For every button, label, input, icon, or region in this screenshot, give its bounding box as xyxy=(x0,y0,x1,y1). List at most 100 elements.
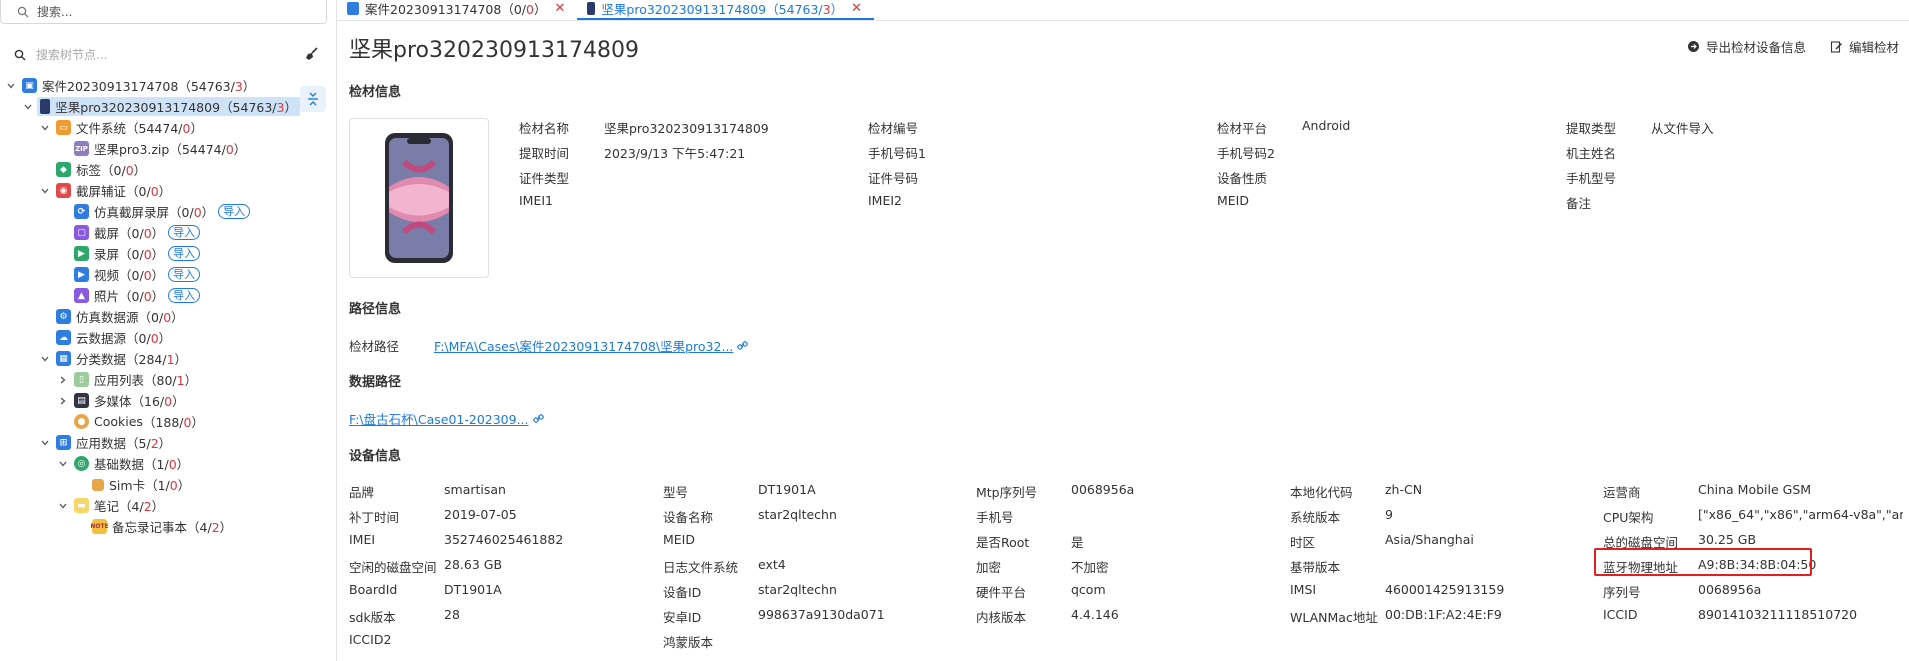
chevron-down-icon[interactable] xyxy=(38,121,52,135)
tree-node-notes[interactable]: ▬ 笔记 （4/2） xyxy=(0,495,300,516)
category-icon: ▦ xyxy=(56,351,71,366)
tree-node-cloud-datasource[interactable]: ☁ 云数据源 （0/0） xyxy=(0,327,300,348)
device-field: IMEI 352746025461882 xyxy=(349,532,563,547)
collapse-all-button[interactable] xyxy=(300,86,326,112)
tree-node-count: （0/0） xyxy=(126,331,172,346)
field-value: 28 xyxy=(444,607,460,622)
tree-node-screenshot-evidence[interactable]: ◉ 截屏辅证 （0/0） xyxy=(0,180,300,201)
field-label: 序列号 xyxy=(1603,585,1641,600)
field-value: smartisan xyxy=(444,482,506,497)
tree-node-label: 云数据源 xyxy=(76,331,127,346)
tree-node-sim-screen-record[interactable]: ⟳ 仿真截屏录屏 （0/0） 导入 xyxy=(0,201,300,222)
import-button[interactable]: 导入 xyxy=(168,246,201,261)
tree-node-memo[interactable]: NOTE 备忘录记事本 （4/2） xyxy=(0,516,300,537)
tree-node-label: Cookies xyxy=(94,414,143,429)
tab-case[interactable]: 案件20230913174708（0/0） ✕ xyxy=(337,0,577,17)
tree-node-count: （0/0） xyxy=(126,184,172,199)
tree-node-multimedia[interactable]: ▤ 多媒体 （16/0） xyxy=(0,390,300,411)
field-label: 备注 xyxy=(1566,196,1592,211)
data-path-link[interactable]: F:\盘古石杯\Case01-202309... xyxy=(349,409,544,428)
field-value: 998637a9130da071 xyxy=(758,607,885,622)
tree-node-label: 截屏 xyxy=(94,226,120,241)
device-field: 手机号 xyxy=(976,507,1014,526)
screenshot-icon: ▢ xyxy=(74,225,89,240)
import-button[interactable]: 导入 xyxy=(218,204,251,219)
tree-node-sim-card[interactable]: Sim卡 （1/0） xyxy=(0,474,300,495)
device-field: 加密 不加密 xyxy=(976,557,1109,576)
global-search[interactable] xyxy=(0,0,327,24)
field-label: 提取时间 xyxy=(519,146,570,161)
field-value: 28.63 GB xyxy=(444,557,503,572)
tree-search-input[interactable] xyxy=(36,48,286,62)
chevron-down-icon[interactable] xyxy=(38,184,52,198)
tree-node-device[interactable]: 坚果pro320230913174809 （54763/3） xyxy=(0,96,300,117)
tab-device[interactable]: 坚果pro320230913174809（54763/3） ✕ xyxy=(577,0,874,20)
tree-node-categorized[interactable]: ▦ 分类数据 （284/1） xyxy=(0,348,300,369)
chevron-down-icon[interactable] xyxy=(38,436,52,450)
tree-node-app-data[interactable]: ⊞ 应用数据 （5/2） xyxy=(0,432,300,453)
export-device-info-button[interactable]: 导出检材设备信息 xyxy=(1687,37,1806,56)
material-field: 备注 xyxy=(1566,193,1591,212)
field-label: 鸿蒙版本 xyxy=(663,635,714,650)
material-field: 检材平台 Android xyxy=(1217,118,1350,137)
device-field: 设备ID star2qltechn xyxy=(663,582,837,601)
tree-node-video[interactable]: ▶ 视频 （0/0） 导入 xyxy=(0,264,300,285)
tree-node-filesystem[interactable]: ▭ 文件系统 （54474/0） xyxy=(0,117,300,138)
chevron-down-icon[interactable] xyxy=(56,499,70,513)
import-button[interactable]: 导入 xyxy=(168,225,201,240)
search-icon xyxy=(12,47,28,63)
clear-brush-icon[interactable] xyxy=(304,46,322,64)
field-value: China Mobile GSM xyxy=(1698,482,1812,497)
tree-node-tags[interactable]: ◆ 标签 （0/0） xyxy=(0,159,300,180)
chevron-right-icon[interactable] xyxy=(56,394,70,408)
field-label: BoardId xyxy=(349,582,398,597)
device-field: 安卓ID 998637a9130da071 xyxy=(663,607,885,626)
chevron-down-icon[interactable] xyxy=(22,100,33,114)
tab-bar: 案件20230913174708（0/0） ✕ 坚果pro32023091317… xyxy=(337,0,874,20)
close-icon[interactable]: ✕ xyxy=(554,1,565,16)
device-field: 时区 Asia/Shanghai xyxy=(1290,532,1474,551)
tree-node-cookies[interactable]: ● Cookies （188/0） xyxy=(0,411,300,432)
field-label: 证件类型 xyxy=(519,171,570,186)
tree-node-photo[interactable]: ▲ 照片 （0/0） 导入 xyxy=(0,285,300,306)
edit-material-button[interactable]: 编辑检材 xyxy=(1830,37,1899,56)
tree-node-count: （0/0） xyxy=(119,289,165,304)
export-icon xyxy=(1687,41,1699,52)
device-field: ICCID 89014103211118510720 xyxy=(1603,607,1857,622)
chevron-down-icon[interactable] xyxy=(38,352,52,366)
field-label: 硬件平台 xyxy=(976,585,1027,600)
tree-node-basic-data[interactable]: ◎ 基础数据 （1/0） xyxy=(0,453,300,474)
field-label: 空闲的磁盘空间 xyxy=(349,560,437,575)
global-search-input[interactable] xyxy=(37,4,297,19)
field-label: 手机号码2 xyxy=(1217,146,1275,161)
tree-node-case[interactable]: ▣ 案件20230913174708 （54763/3） xyxy=(0,75,300,96)
tree-node-count: （5/2） xyxy=(126,436,172,451)
tree-search[interactable] xyxy=(12,44,322,66)
app-grid-icon: ⊞ xyxy=(56,435,71,450)
field-label: 运营商 xyxy=(1603,485,1641,500)
chevron-down-icon[interactable] xyxy=(56,457,70,471)
device-field: sdk版本 28 xyxy=(349,607,460,626)
tree-node-count: （0/0） xyxy=(138,310,184,325)
device-field: 基带版本 xyxy=(1290,557,1340,576)
link-icon xyxy=(532,414,544,423)
import-button[interactable]: 导入 xyxy=(168,267,201,282)
tree-node-zip[interactable]: ZIP 坚果pro3.zip （54474/0） xyxy=(0,138,300,159)
section-title-data-path: 数据路径 xyxy=(349,375,402,390)
camera-icon: ◉ xyxy=(56,183,71,198)
tree-node-screen-record[interactable]: ▶ 录屏 （0/0） 导入 xyxy=(0,243,300,264)
import-button[interactable]: 导入 xyxy=(168,288,201,303)
material-path-link[interactable]: F:\MFA\Cases\案件20230913174708\坚果pro32... xyxy=(434,336,749,355)
cloud-icon: ☁ xyxy=(56,330,71,345)
field-value: zh-CN xyxy=(1385,482,1423,497)
close-icon[interactable]: ✕ xyxy=(851,1,862,16)
tree-node-label: 应用数据 xyxy=(76,436,127,451)
tree-node-count: （54474/0） xyxy=(169,142,247,157)
tree-node-app-list[interactable]: ▯ 应用列表 （80/1） xyxy=(0,369,300,390)
chevron-down-icon[interactable] xyxy=(4,79,18,93)
tree-node-screenshot[interactable]: ▢ 截屏 （0/0） 导入 xyxy=(0,222,300,243)
field-value: 2019-07-05 xyxy=(444,507,517,522)
tree-node-sim-datasource[interactable]: ⚙ 仿真数据源 （0/0） xyxy=(0,306,300,327)
device-field: 本地化代码 zh-CN xyxy=(1290,482,1422,501)
chevron-right-icon[interactable] xyxy=(56,373,70,387)
